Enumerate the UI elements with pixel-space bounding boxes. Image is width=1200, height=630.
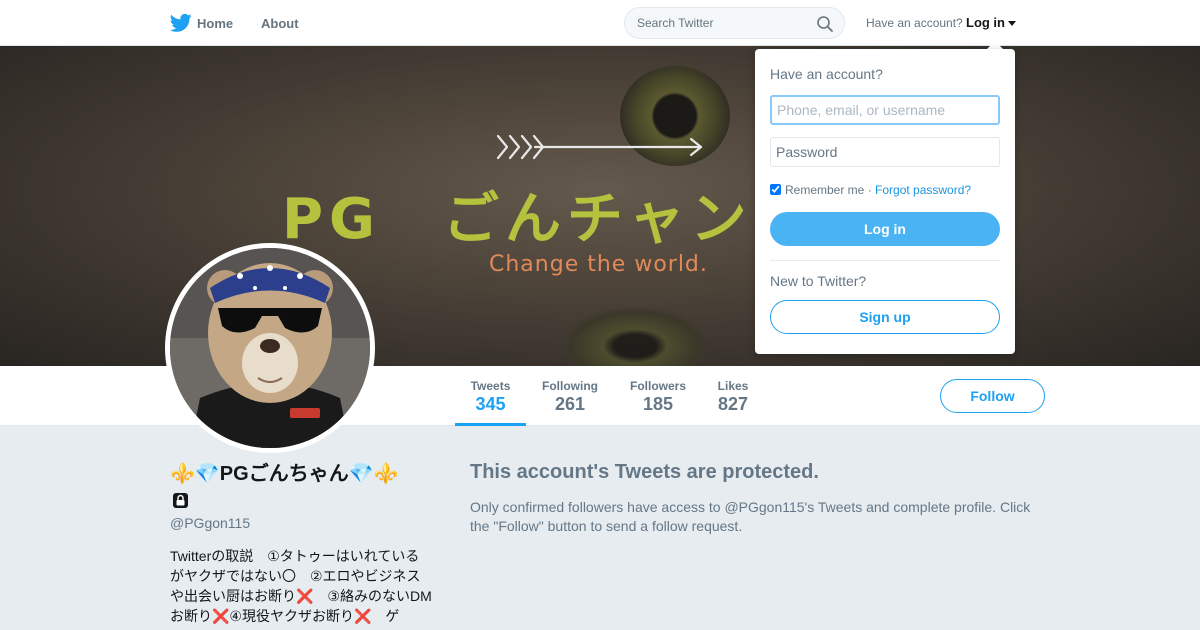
login-button[interactable]: Log in — [770, 212, 1000, 246]
banner-arrow-graphic — [496, 134, 703, 160]
remember-me-label[interactable]: Remember me — [785, 183, 864, 197]
display-name[interactable]: ⚜️💎PGごんちゃん💎⚜️ — [170, 460, 440, 488]
lock-icon — [173, 493, 188, 508]
new-to-twitter-text: New to Twitter? — [770, 273, 867, 289]
banner-title: PG ごんチャン — [282, 187, 753, 252]
nav-about-link[interactable]: About — [261, 16, 299, 31]
password-field[interactable] — [770, 137, 1000, 167]
protected-description: Only confirmed followers have access to … — [470, 499, 1031, 534]
profile-avatar[interactable] — [165, 243, 375, 453]
stat-following[interactable]: Following 261 — [530, 366, 610, 426]
avatar-image — [170, 248, 370, 448]
stat-value: 185 — [642, 394, 674, 414]
nav-home-link[interactable]: Home — [197, 16, 233, 31]
separator: · — [864, 183, 876, 197]
username-field[interactable] — [770, 95, 1000, 125]
top-navigation-bar: Home About Have an account? Log in — [0, 0, 1200, 46]
signup-button[interactable]: Sign up — [770, 300, 1000, 334]
search-box — [624, 7, 845, 39]
profile-bio: Twitterの取説 ①タトゥーはいれているがヤクザではない〇 ②エロやビジネス… — [170, 548, 432, 624]
dropdown-heading: Have an account? — [770, 66, 883, 82]
stat-value: 345 — [475, 394, 506, 414]
stat-value: 827 — [717, 394, 749, 414]
search-icon[interactable] — [816, 15, 834, 33]
dropdown-divider — [770, 260, 1000, 261]
stat-label: Followers — [629, 379, 686, 393]
stat-tweets[interactable]: Tweets 345 — [455, 366, 526, 426]
stat-likes[interactable]: Likes 827 — [708, 366, 758, 426]
profile-handle[interactable]: @PGgon115 — [170, 515, 250, 531]
remember-me-checkbox[interactable] — [770, 184, 781, 195]
stat-label: Tweets — [470, 379, 511, 393]
login-dropdown: Have an account? Remember me · Forgot pa… — [755, 49, 1015, 354]
stat-followers[interactable]: Followers 185 — [620, 366, 696, 426]
login-dropdown-toggle[interactable]: Log in — [966, 15, 1005, 30]
banner-subtitle: Change the world. — [489, 252, 708, 277]
protected-title: This account's Tweets are protected. — [470, 461, 819, 483]
follow-button[interactable]: Follow — [940, 379, 1045, 413]
forgot-password-link[interactable]: Forgot password? — [875, 183, 971, 197]
caret-down-icon[interactable] — [1008, 21, 1016, 26]
twitter-bird-icon[interactable] — [170, 13, 192, 33]
remember-row: Remember me · Forgot password? — [770, 183, 971, 197]
stat-label: Following — [542, 379, 598, 393]
stat-value: 261 — [554, 394, 586, 414]
have-account-text: Have an account? — [866, 16, 963, 30]
search-input[interactable] — [637, 14, 807, 32]
avatar-bear-illustration — [170, 248, 370, 448]
stat-label: Likes — [717, 379, 749, 393]
